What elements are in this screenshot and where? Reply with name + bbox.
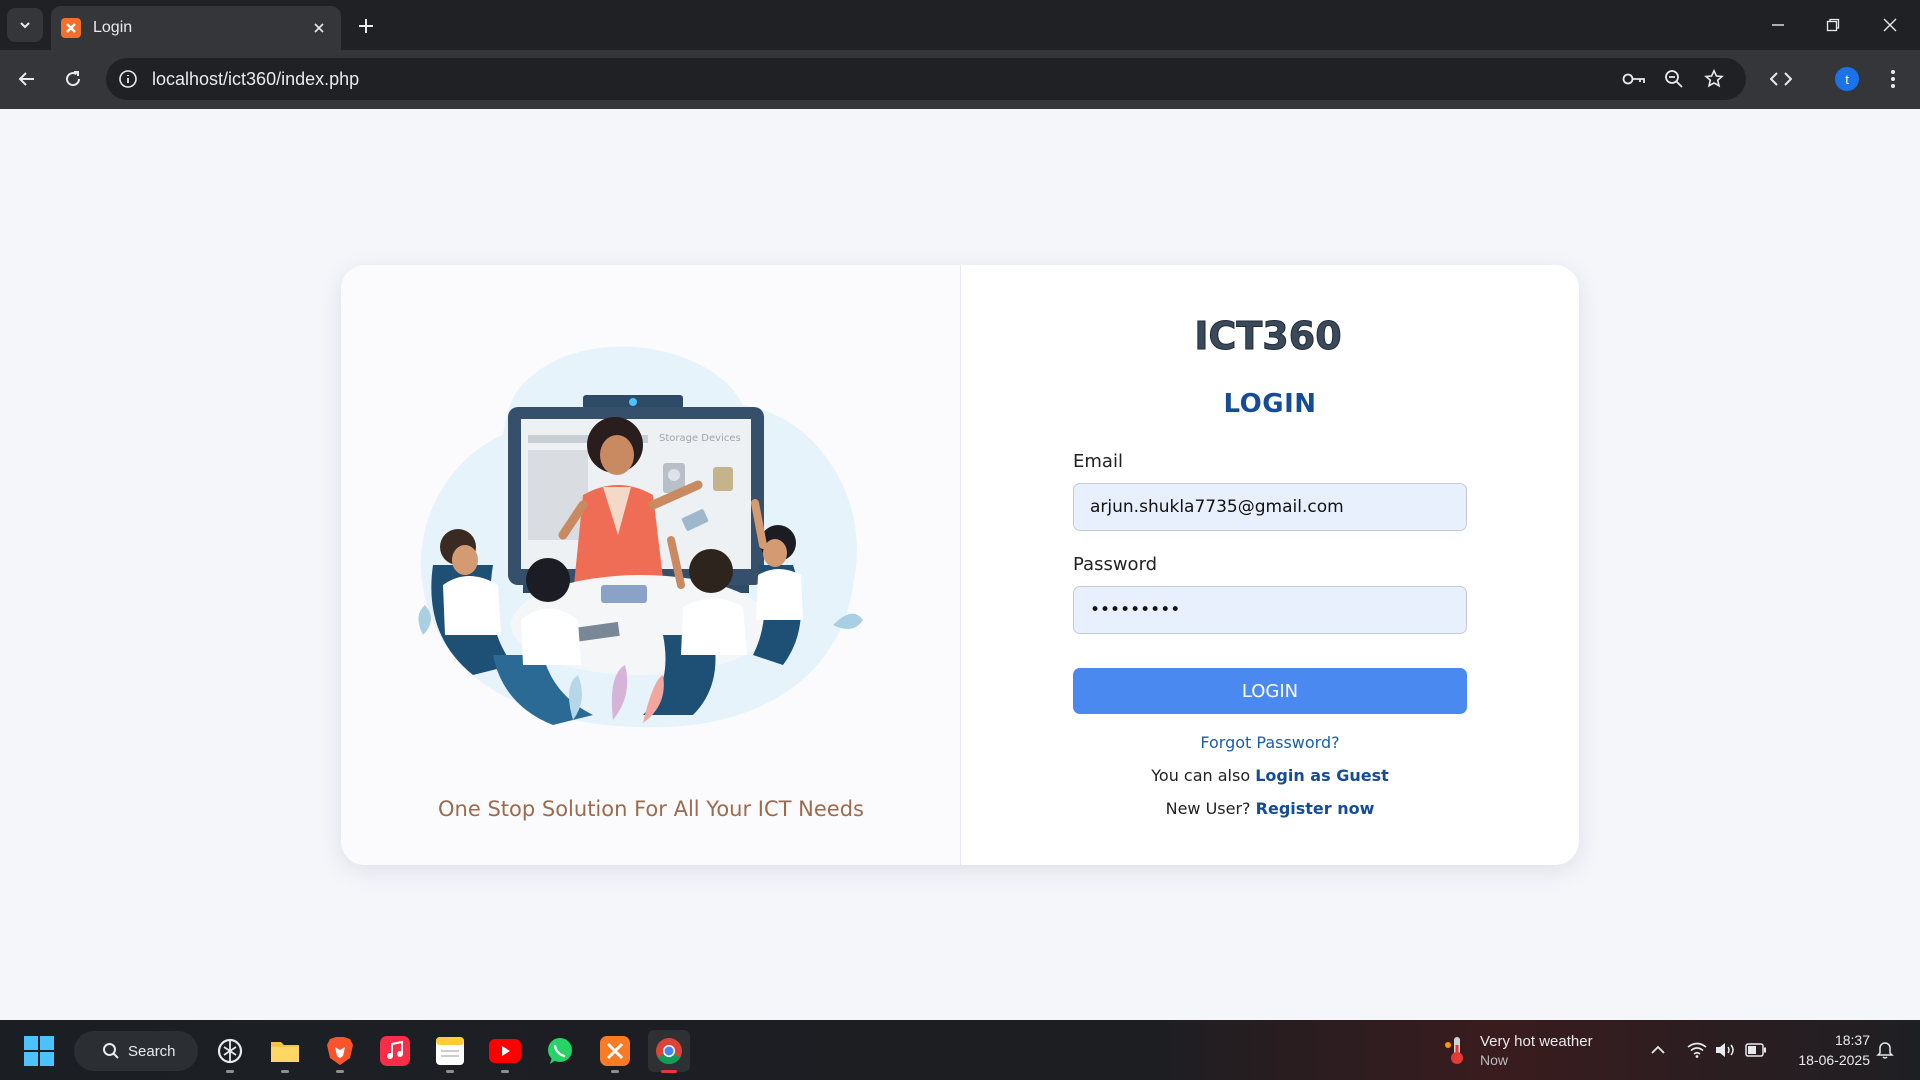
login-heading: LOGIN [1223,389,1317,419]
taskbar-app-music[interactable] [374,1030,416,1072]
weather-title: Very hot weather [1480,1032,1593,1050]
xampp-icon [600,1036,630,1066]
email-label: Email [1073,451,1123,472]
taskbar-app-xampp[interactable] [594,1030,636,1073]
reload-button[interactable] [56,62,90,96]
taskbar: Search Very hot weather Now 18:37 18-06-… [0,1020,1920,1080]
register-line: New User? Register now [961,799,1579,818]
chatgpt-icon [217,1038,243,1064]
reload-icon [66,71,81,87]
email-field[interactable] [1073,483,1467,531]
taskbar-app-whatsapp[interactable] [539,1030,581,1072]
profile-button[interactable]: t [1830,62,1864,96]
tab-search-button[interactable] [7,8,43,42]
youtube-icon [489,1039,521,1063]
address-bar[interactable]: localhost/ict360/index.php [106,58,1746,100]
clock-date: 18-06-2025 [1798,1052,1870,1068]
chevron-up-icon [1651,1045,1665,1054]
svg-text:ICT360: ICT360 [1194,314,1341,357]
taskbar-app-chrome[interactable] [648,1030,690,1073]
music-note-icon [380,1036,410,1066]
minimize-button[interactable] [1760,10,1796,40]
whatsapp-icon [548,1038,572,1064]
minimize-icon [1772,24,1784,26]
tagline: One Stop Solution For All Your ICT Needs [438,797,864,821]
page-viewport: Storage Devices One Stop Solution For Al… [0,109,1920,1020]
system-clock[interactable]: 18:37 18-06-2025 [1780,1030,1870,1070]
login-panel: ICT360 LOGIN Email Password LOGIN Forgot… [961,265,1579,865]
chrome-icon [656,1038,682,1065]
battery-icon[interactable] [1743,1037,1769,1063]
site-info-icon[interactable] [114,65,142,93]
back-button[interactable] [10,62,44,96]
plus-icon [359,19,373,33]
taskbar-app-file-explorer[interactable] [264,1030,306,1073]
zoom-icon[interactable] [1656,61,1692,97]
restore-icon [1826,18,1840,32]
password-label: Password [1073,554,1158,575]
close-tab-icon[interactable] [307,16,331,40]
close-icon [1883,18,1897,32]
start-button[interactable] [24,1036,54,1066]
brave-lion-icon [327,1037,353,1065]
notepad-icon [436,1037,464,1065]
weather-subtitle: Now [1480,1051,1509,1068]
tab-title: Login [93,19,133,36]
taskbar-app-chatgpt[interactable] [209,1030,251,1073]
kebab-menu-icon [1891,70,1895,88]
guest-login-line: You can also Login as Guest [961,766,1579,785]
thermometer-icon [1445,1037,1463,1064]
wifi-icon[interactable] [1684,1037,1710,1063]
login-button[interactable]: LOGIN [1073,668,1467,714]
login-as-guest-link[interactable]: Login as Guest [1255,766,1389,785]
search-icon [103,1043,119,1059]
notifications-icon[interactable] [1872,1037,1898,1063]
screen-label-storage-devices: Storage Devices [659,433,741,444]
tab-login[interactable]: Login [51,6,341,50]
forgot-password-line: Forgot Password? [961,733,1579,752]
login-card: Storage Devices One Stop Solution For Al… [341,265,1579,865]
weather-widget[interactable]: Very hot weather Now [1444,1030,1593,1070]
chevron-down-icon [20,22,30,29]
browser-toolbar: localhost/ict360/index.php t [0,50,1920,109]
folder-icon [271,1042,299,1062]
clock-time: 18:37 [1834,1032,1870,1048]
url-text[interactable]: localhost/ict360/index.php [152,69,1616,90]
taskbar-search[interactable]: Search [74,1031,198,1071]
forgot-password-link[interactable]: Forgot Password? [1200,733,1339,752]
taskbar-app-notes[interactable] [429,1030,471,1073]
volume-icon[interactable] [1713,1037,1739,1063]
classroom-illustration: Storage Devices [418,346,863,728]
bookmark-star-icon[interactable] [1696,61,1732,97]
back-arrow-icon [18,72,34,86]
avatar: t [1835,67,1859,91]
register-prefix: New User? [1165,799,1251,818]
close-window-button[interactable] [1872,10,1908,40]
menu-button[interactable] [1876,62,1910,96]
password-field[interactable] [1073,586,1467,634]
show-hidden-icons-button[interactable] [1645,1037,1671,1063]
search-label: Search [128,1042,176,1060]
illustration-panel: Storage Devices One Stop Solution For Al… [341,265,961,865]
password-key-icon[interactable] [1616,61,1652,97]
restore-button[interactable] [1815,10,1851,40]
xampp-favicon-icon [61,18,81,38]
tab-strip: Login [0,0,1920,50]
windows-logo-icon [24,1036,38,1050]
register-now-link[interactable]: Register now [1256,799,1375,818]
taskbar-app-brave[interactable] [319,1030,361,1073]
devtools-code-icon[interactable] [1764,62,1798,96]
ict360-logo: ICT360 [1194,314,1342,358]
new-tab-button[interactable] [352,12,380,40]
guest-prefix: You can also [1151,766,1251,785]
taskbar-app-youtube[interactable] [484,1030,526,1073]
